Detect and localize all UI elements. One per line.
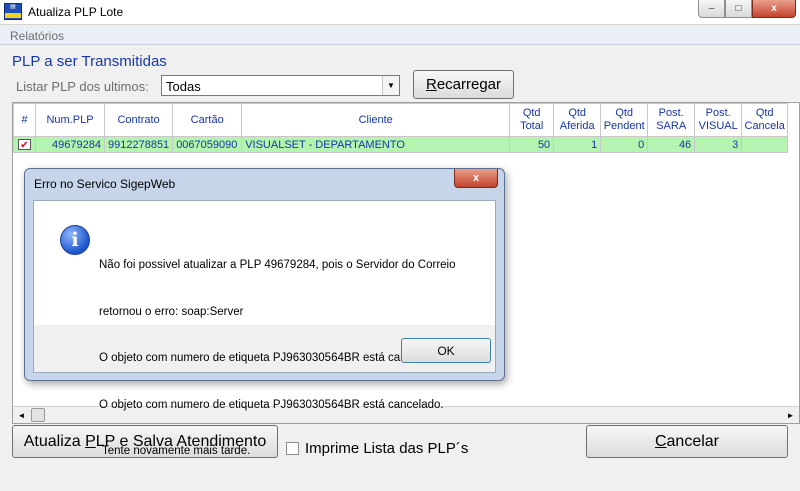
message-line: Não foi possivel atualizar a PLP 4967928… bbox=[99, 259, 456, 271]
post-sara-cell: 46 bbox=[647, 136, 696, 153]
qtd-cancela-cell bbox=[741, 136, 789, 153]
table-row[interactable]: ✔ 49679284 9912278851 0067059090 VISUALS… bbox=[13, 136, 789, 153]
filter-label: Listar PLP dos ultimos: bbox=[16, 79, 149, 94]
scroll-thumb[interactable] bbox=[31, 408, 45, 422]
info-icon: i bbox=[60, 225, 90, 255]
column-header[interactable]: Qtd Aferida bbox=[553, 103, 602, 137]
error-dialog: Erro no Servico SigepWeb x i Não foi pos… bbox=[24, 168, 505, 457]
menu-bar: Relatórios bbox=[0, 26, 800, 45]
column-header[interactable]: Post. SARA bbox=[647, 103, 696, 137]
cancel-button[interactable]: Cancelar bbox=[586, 425, 788, 458]
period-select-value: Todas bbox=[166, 79, 201, 94]
column-header[interactable]: Cliente bbox=[241, 103, 511, 137]
menu-item-relatorios[interactable]: Relatórios bbox=[10, 29, 64, 43]
ok-button[interactable]: OK bbox=[401, 338, 491, 363]
plp-table: # Num.PLP Contrato Cartão Cliente Qtd To… bbox=[13, 103, 789, 153]
column-header[interactable]: # bbox=[13, 103, 36, 137]
dialog-close-button[interactable]: x bbox=[454, 169, 498, 188]
num-plp-cell: 49679284 bbox=[35, 136, 105, 153]
maximize-button[interactable]: □ bbox=[725, 0, 752, 18]
row-check-cell[interactable]: ✔ bbox=[13, 136, 36, 153]
window-title: Atualiza PLP Lote bbox=[28, 5, 124, 19]
column-header[interactable]: Contrato bbox=[103, 103, 174, 137]
column-header[interactable]: Num.PLP bbox=[35, 103, 105, 137]
period-select[interactable]: Todas ▼ bbox=[161, 75, 400, 96]
dialog-message-area: i Não foi possivel atualizar a PLP 49679… bbox=[34, 201, 495, 457]
scroll-left-icon[interactable]: ◄ bbox=[13, 407, 30, 423]
qtd-total-cell: 50 bbox=[509, 136, 555, 153]
scroll-right-icon[interactable]: ► bbox=[782, 407, 799, 423]
chevron-down-icon[interactable]: ▼ bbox=[382, 76, 399, 95]
checkmark-icon[interactable]: ✔ bbox=[18, 138, 31, 151]
reload-button[interactable]: Recarregar bbox=[413, 70, 514, 99]
column-header[interactable]: Post. VISUAL bbox=[694, 103, 743, 137]
dialog-body: i Não foi possivel atualizar a PLP 49679… bbox=[33, 200, 496, 457]
cliente-cell: VISUALSET - DEPARTAMENTO bbox=[241, 136, 511, 153]
qtd-aferida-cell: 1 bbox=[553, 136, 602, 153]
message-line: retornou o erro: soap:Server bbox=[99, 305, 244, 318]
column-header[interactable]: Qtd Pendent bbox=[600, 103, 649, 137]
group-title: PLP a ser Transmitidas bbox=[12, 53, 167, 70]
minimize-button[interactable]: – bbox=[698, 0, 725, 18]
message-line: Tente novamente mais tarde. bbox=[99, 445, 251, 457]
post-visual-cell: 3 bbox=[694, 136, 743, 153]
table-header-row: # Num.PLP Contrato Cartão Cliente Qtd To… bbox=[13, 103, 789, 137]
message-line: O objeto com numero de etiqueta PJ963030… bbox=[99, 398, 444, 411]
column-header[interactable]: Qtd Cancela bbox=[741, 103, 789, 137]
window-title-bar: ▤ Atualiza PLP Lote – □ x bbox=[0, 0, 800, 25]
app-logo-icon: ▤ bbox=[4, 3, 22, 20]
qtd-pendent-cell: 0 bbox=[600, 136, 649, 153]
column-header[interactable]: Cartão bbox=[172, 103, 243, 137]
cartao-cell: 0067059090 bbox=[172, 136, 243, 153]
contrato-cell: 9912278851 bbox=[103, 136, 174, 153]
dialog-title: Erro no Servico SigepWeb bbox=[34, 177, 176, 191]
column-header[interactable]: Qtd Total bbox=[509, 103, 555, 137]
close-button[interactable]: x bbox=[752, 0, 796, 18]
